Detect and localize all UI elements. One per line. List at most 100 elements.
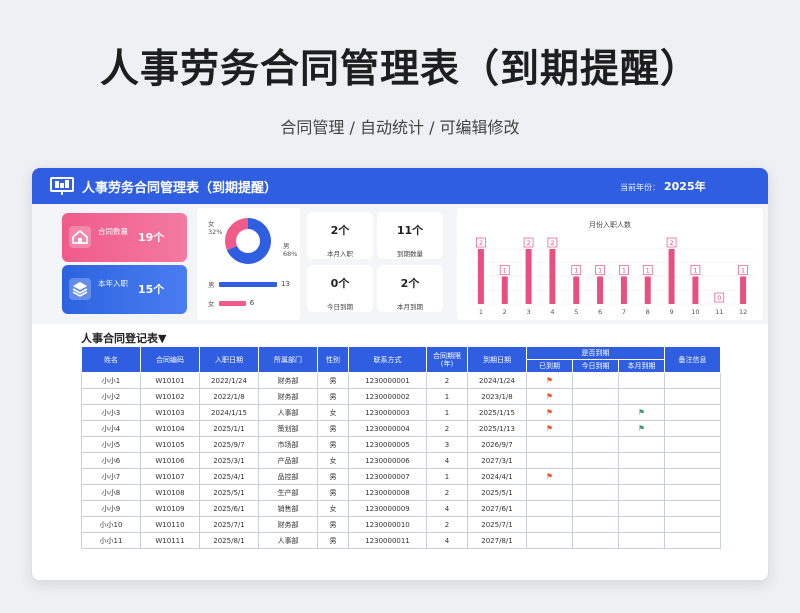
- table-cell[interactable]: 1230000001: [348, 372, 427, 389]
- remark-cell[interactable]: [664, 388, 722, 405]
- table-cell[interactable]: 小小2: [81, 388, 141, 405]
- table-cell[interactable]: 品控部: [258, 468, 318, 485]
- table-cell[interactable]: 小小8: [81, 484, 141, 501]
- table-cell[interactable]: 4: [426, 452, 468, 469]
- table-cell[interactable]: 2024/1/15: [199, 404, 259, 421]
- remark-cell[interactable]: [664, 436, 722, 453]
- table-cell[interactable]: 2: [426, 516, 468, 533]
- remark-cell[interactable]: [664, 516, 722, 533]
- table-cell[interactable]: W10105: [140, 436, 200, 453]
- table-cell[interactable]: 2025/6/1: [199, 500, 259, 517]
- table-cell[interactable]: 2025/1/1: [199, 420, 259, 437]
- table-cell[interactable]: W10107: [140, 468, 200, 485]
- remark-cell[interactable]: [664, 532, 722, 549]
- register-title[interactable]: 人事合同登记表▼: [81, 330, 166, 346]
- table-cell[interactable]: 2023/1/8: [467, 388, 527, 405]
- table-cell[interactable]: 2025/5/1: [467, 484, 527, 501]
- table-cell[interactable]: 小小5: [81, 436, 141, 453]
- table-cell[interactable]: 2025/1/13: [467, 420, 527, 437]
- table-cell[interactable]: 4: [426, 500, 468, 517]
- table-cell[interactable]: 2024/1/24: [467, 372, 527, 389]
- table-cell[interactable]: 2027/3/1: [467, 452, 527, 469]
- remark-cell[interactable]: [664, 484, 722, 501]
- table-cell[interactable]: 1230000007: [348, 468, 427, 485]
- table-cell[interactable]: 1230000003: [348, 404, 427, 421]
- table-cell[interactable]: W10101: [140, 372, 200, 389]
- table-cell[interactable]: 1: [426, 404, 468, 421]
- table-cell[interactable]: 小小1: [81, 372, 141, 389]
- table-cell[interactable]: 小小7: [81, 468, 141, 485]
- table-cell[interactable]: 1: [426, 388, 468, 405]
- table-cell[interactable]: 2024/4/1: [467, 468, 527, 485]
- table-cell[interactable]: 小小3: [81, 404, 141, 421]
- table-cell[interactable]: 4: [426, 532, 468, 549]
- remark-cell[interactable]: [664, 404, 722, 421]
- table-cell[interactable]: 销售部: [258, 500, 318, 517]
- table-cell[interactable]: 男: [317, 532, 349, 549]
- table-cell[interactable]: 2025/4/1: [199, 468, 259, 485]
- table-cell[interactable]: 2: [426, 484, 468, 501]
- table-cell[interactable]: 2: [426, 372, 468, 389]
- table-cell[interactable]: 男: [317, 468, 349, 485]
- table-cell[interactable]: 2025/8/1: [199, 532, 259, 549]
- table-cell[interactable]: 2025/1/15: [467, 404, 527, 421]
- table-cell[interactable]: 小小11: [81, 532, 141, 549]
- table-cell[interactable]: W10111: [140, 532, 200, 549]
- table-cell[interactable]: 1: [426, 468, 468, 485]
- table-cell[interactable]: 女: [317, 500, 349, 517]
- table-cell[interactable]: W10102: [140, 388, 200, 405]
- table-cell[interactable]: 小小9: [81, 500, 141, 517]
- table-cell[interactable]: 2: [426, 420, 468, 437]
- table-cell[interactable]: 男: [317, 372, 349, 389]
- table-cell[interactable]: 人事部: [258, 532, 318, 549]
- table-cell[interactable]: 男: [317, 420, 349, 437]
- table-cell[interactable]: 1230000006: [348, 452, 427, 469]
- remark-cell[interactable]: [664, 420, 722, 437]
- remark-cell[interactable]: [664, 372, 722, 389]
- table-cell[interactable]: 2025/7/1: [467, 516, 527, 533]
- table-cell[interactable]: 策划部: [258, 420, 318, 437]
- table-cell[interactable]: W10108: [140, 484, 200, 501]
- remark-cell[interactable]: [664, 452, 722, 469]
- table-cell[interactable]: 2027/8/1: [467, 532, 527, 549]
- table-cell[interactable]: 财务部: [258, 372, 318, 389]
- table-cell[interactable]: W10106: [140, 452, 200, 469]
- table-cell[interactable]: 男: [317, 436, 349, 453]
- table-cell[interactable]: 生产部: [258, 484, 318, 501]
- table-cell[interactable]: 1230000002: [348, 388, 427, 405]
- table-cell[interactable]: 人事部: [258, 404, 318, 421]
- table-cell[interactable]: W10109: [140, 500, 200, 517]
- table-cell[interactable]: 小小10: [81, 516, 141, 533]
- table-cell[interactable]: 1230000008: [348, 484, 427, 501]
- table-cell[interactable]: 1230000009: [348, 500, 427, 517]
- table-cell[interactable]: 小小6: [81, 452, 141, 469]
- table-cell[interactable]: 男: [317, 484, 349, 501]
- remark-cell[interactable]: [664, 500, 722, 517]
- table-cell[interactable]: 1230000010: [348, 516, 427, 533]
- table-cell[interactable]: 男: [317, 388, 349, 405]
- table-cell[interactable]: W10103: [140, 404, 200, 421]
- table-cell[interactable]: 2027/6/1: [467, 500, 527, 517]
- table-cell[interactable]: 女: [317, 452, 349, 469]
- table-cell[interactable]: 2026/9/7: [467, 436, 527, 453]
- table-cell[interactable]: 2025/7/1: [199, 516, 259, 533]
- table-cell[interactable]: 2022/1/24: [199, 372, 259, 389]
- table-cell[interactable]: W10104: [140, 420, 200, 437]
- table-cell[interactable]: 2025/3/1: [199, 452, 259, 469]
- table-cell[interactable]: W10110: [140, 516, 200, 533]
- table-cell[interactable]: 2025/5/1: [199, 484, 259, 501]
- table-cell[interactable]: 3: [426, 436, 468, 453]
- table-cell[interactable]: 市场部: [258, 436, 318, 453]
- table-cell[interactable]: 女: [317, 404, 349, 421]
- table-cell[interactable]: 1230000005: [348, 436, 427, 453]
- table-cell[interactable]: 1230000011: [348, 532, 427, 549]
- table-cell[interactable]: 男: [317, 516, 349, 533]
- table-cell[interactable]: 财务部: [258, 516, 318, 533]
- table-cell[interactable]: 2025/9/7: [199, 436, 259, 453]
- table-cell[interactable]: 小小4: [81, 420, 141, 437]
- table-cell[interactable]: 财务部: [258, 388, 318, 405]
- table-cell[interactable]: 1230000004: [348, 420, 427, 437]
- table-cell[interactable]: 2022/1/8: [199, 388, 259, 405]
- remark-cell[interactable]: [664, 468, 722, 485]
- table-cell[interactable]: 产品部: [258, 452, 318, 469]
